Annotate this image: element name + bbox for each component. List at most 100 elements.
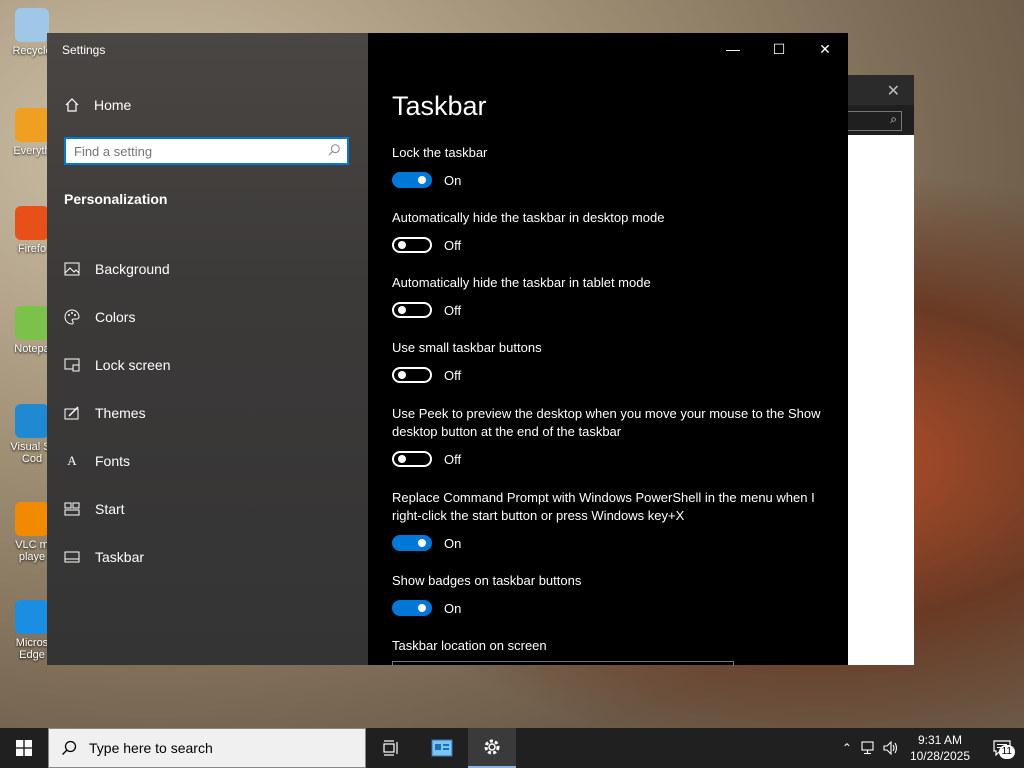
taskbar-location-dropdown[interactable]: [392, 661, 734, 666]
toggle-row: Off: [392, 237, 832, 253]
nav-home-label: Home: [94, 97, 132, 113]
toggle-knob: [398, 241, 406, 249]
toggle-state-label: On: [444, 172, 462, 188]
windows-taskbar: Type here to search ⌃ 9:31 AM 10/28/2025…: [0, 728, 1024, 768]
minimize-icon: ―: [726, 41, 740, 57]
find-setting-search[interactable]: [64, 137, 349, 165]
fonts-icon: A: [67, 453, 77, 468]
close-icon[interactable]: ✕: [887, 81, 900, 101]
notification-count-badge: 11: [998, 745, 1015, 759]
toggle-state-label: Off: [444, 237, 462, 253]
nav-item-themes[interactable]: Themes: [64, 389, 170, 437]
toggle-state-label: On: [444, 600, 462, 616]
nav-item-label: Background: [95, 261, 170, 277]
show-hidden-icons-button[interactable]: ⌃: [836, 728, 858, 768]
start-button[interactable]: [0, 728, 48, 768]
nav-item-label: Start: [95, 501, 125, 517]
find-setting-input[interactable]: [66, 139, 322, 163]
background-window-search-input[interactable]: ⌕: [842, 111, 902, 131]
minimize-button[interactable]: ―: [710, 33, 756, 65]
toggle-row: On: [392, 600, 832, 616]
gear-icon: [484, 739, 500, 755]
task-view-icon: [383, 740, 398, 756]
toggle-state-label: Off: [444, 302, 462, 318]
app-icon: [15, 600, 49, 634]
toggle-row: Off: [392, 451, 832, 467]
taskbar-search-box[interactable]: Type here to search: [48, 728, 366, 768]
nav-item-label: Colors: [95, 309, 136, 325]
setting-label: Show badges on taskbar buttons: [392, 573, 582, 588]
close-button[interactable]: ✕: [802, 33, 848, 65]
app-icon: [15, 502, 49, 536]
toggle-switch[interactable]: [392, 302, 432, 318]
palette-icon: [64, 309, 80, 325]
toggle-switch[interactable]: [392, 237, 432, 253]
toggle-row: On: [392, 535, 832, 551]
nav-item-label: Fonts: [95, 453, 131, 469]
nav-item-colors[interactable]: Colors: [64, 293, 170, 341]
toggle-knob: [418, 604, 426, 612]
nav-item-lock-screen[interactable]: Lock screen: [64, 341, 170, 389]
taskbar-icon: [64, 549, 80, 565]
taskbar-app-control-panel[interactable]: [418, 728, 466, 768]
taskbar-search-placeholder: Type here to search: [89, 740, 213, 756]
setting-item: Use Peek to preview the desktop when you…: [392, 405, 832, 467]
search-icon: ⌕: [890, 112, 897, 126]
setting-label: Use small taskbar buttons: [392, 340, 542, 355]
nav-item-label: Lock screen: [95, 357, 171, 373]
clock-time: 9:31 AM: [917, 733, 962, 747]
nav-home[interactable]: Home: [64, 97, 131, 113]
app-icon: [15, 206, 49, 240]
search-icon: [62, 740, 77, 755]
nav-list: Background Colors Lock screen Themes A Fonts S…: [64, 245, 170, 581]
chevron-up-icon: ⌃: [841, 741, 852, 755]
task-view-button[interactable]: [368, 728, 416, 768]
toggle-switch[interactable]: [392, 172, 432, 188]
setting-label: Automatically hide the taskbar in tablet…: [392, 275, 651, 290]
setting-label: Replace Command Prompt with Windows Powe…: [392, 490, 815, 523]
settings-window: Settings Home Personalization Background…: [47, 33, 848, 666]
app-icon: [15, 8, 49, 42]
setting-label: Automatically hide the taskbar in deskto…: [392, 210, 665, 225]
toggle-knob: [398, 306, 406, 314]
network-icon: [861, 741, 874, 755]
setting-item: Automatically hide the taskbar in tablet…: [392, 274, 832, 318]
maximize-button[interactable]: ☐: [756, 33, 802, 65]
page-title: Taskbar: [392, 91, 487, 121]
action-center-button[interactable]: 11: [980, 728, 1024, 768]
toggle-knob: [418, 539, 426, 547]
toggle-switch[interactable]: [392, 367, 432, 383]
toggle-row: Off: [392, 302, 832, 318]
nav-item-taskbar[interactable]: Taskbar: [64, 533, 170, 581]
home-icon: [65, 98, 79, 112]
nav-item-start[interactable]: Start: [64, 485, 170, 533]
taskbar-app-settings[interactable]: [468, 728, 516, 768]
nav-item-fonts[interactable]: A Fonts: [64, 437, 170, 485]
nav-item-background[interactable]: Background: [64, 245, 170, 293]
toggle-switch[interactable]: [392, 451, 432, 467]
setting-label: Lock the taskbar: [392, 145, 488, 160]
window-title: Settings: [62, 43, 106, 57]
app-icon: [15, 404, 49, 438]
toggle-switch[interactable]: [392, 535, 432, 551]
system-clock[interactable]: 9:31 AM 10/28/2025: [910, 732, 970, 764]
section-label: Personalization: [64, 191, 168, 207]
toggle-row: On: [392, 172, 832, 188]
setting-label: Use Peek to preview the desktop when you…: [392, 406, 821, 439]
toggle-knob: [418, 176, 426, 184]
setting-item: Show badges on taskbar buttons On: [392, 572, 832, 616]
setting-item: Replace Command Prompt with Windows Powe…: [392, 489, 832, 551]
settings-nav-pane: Settings Home Personalization Background…: [47, 33, 368, 665]
windows-logo-icon: [16, 740, 32, 756]
themes-icon: [64, 405, 80, 421]
network-button[interactable]: [858, 728, 880, 768]
toggle-switch[interactable]: [392, 600, 432, 616]
app-icon: [15, 306, 49, 340]
volume-button[interactable]: [880, 728, 902, 768]
system-tray: ⌃ 9:31 AM 10/28/2025 11: [836, 728, 1024, 768]
toggle-knob: [398, 455, 406, 463]
search-icon: [328, 144, 340, 156]
maximize-icon: ☐: [772, 40, 786, 57]
volume-icon: [883, 741, 897, 755]
toggle-state-label: Off: [444, 451, 462, 467]
